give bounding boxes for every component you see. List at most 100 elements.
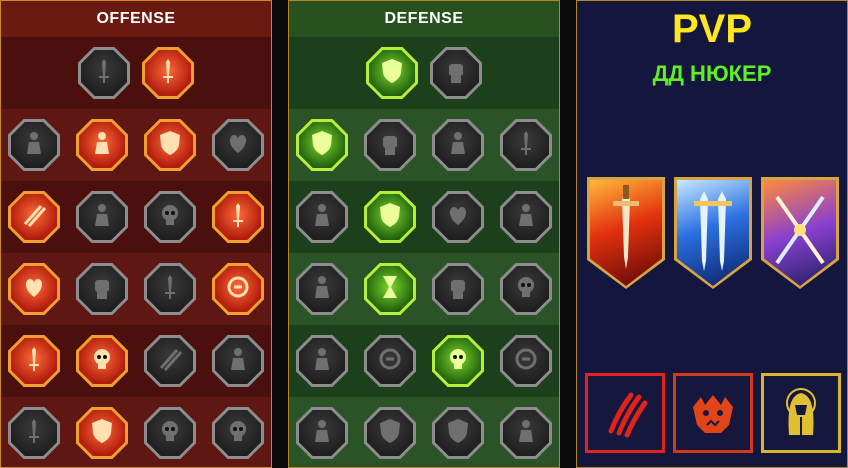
fanged-maw-icon [87,200,117,235]
pvp-skill-boxes [585,373,841,453]
claw-marks-box[interactable] [585,373,665,453]
swirl-arrow-icon [511,344,541,379]
offense-title: OFFENSE [1,1,271,37]
offense-talent-node[interactable] [76,263,128,315]
offense-talent-node[interactable] [76,335,128,387]
skull-totem-icon [223,416,253,451]
robed-sage-box[interactable] [761,373,841,453]
defense-talent-node[interactable] [432,119,484,171]
armored-torso-icon [443,128,473,163]
iron-fist-icon [87,272,117,307]
offense-talent-node[interactable] [142,47,194,99]
defense-talent-node[interactable] [500,407,552,459]
defense-talent-node[interactable] [364,335,416,387]
offense-talent-node[interactable] [144,119,196,171]
defense-talent-node[interactable] [500,263,552,315]
pvp-subtitle: ДД НЮКЕР [652,61,772,86]
offense-talent-node[interactable] [8,335,60,387]
offense-talent-node[interactable] [212,263,264,315]
offense-talent-node[interactable] [8,119,60,171]
offense-talent-node[interactable] [8,263,60,315]
defense-talent-node[interactable] [430,47,482,99]
stone-golem-icon [307,416,337,451]
defense-talent-node[interactable] [432,263,484,315]
axe-swing-icon [223,200,253,235]
offense-talent-node[interactable] [76,191,128,243]
defense-talent-row [289,253,559,325]
defense-talent-node[interactable] [296,335,348,387]
defense-talent-node[interactable] [364,191,416,243]
offense-talent-node[interactable] [78,47,130,99]
pvp-panel: PVP ДД НЮКЕР [576,0,848,468]
blue-twin-swords-banner[interactable] [674,177,752,289]
open-palm-icon [443,272,473,307]
radiant-skull-icon [443,344,473,379]
hooded-head-icon [511,200,541,235]
offense-talent-node[interactable] [8,407,60,459]
defense-talent-node[interactable] [296,119,348,171]
defense-talent-row [289,109,559,181]
water-drops-icon [375,344,405,379]
offense-panel: OFFENSE [0,0,272,468]
defense-talent-node[interactable] [364,407,416,459]
offense-talent-row [1,37,271,109]
defense-panel: DEFENSE [288,0,560,468]
defense-talent-row [289,181,559,253]
defense-title: DEFENSE [289,1,559,37]
defense-talent-node[interactable] [296,263,348,315]
offense-talent-node[interactable] [144,335,196,387]
demon-icon [155,416,185,451]
defense-talent-node[interactable] [500,119,552,171]
triple-strike-icon [87,128,117,163]
offense-talent-row [1,253,271,325]
offense-talent-node[interactable] [212,335,264,387]
war-axe-icon [155,272,185,307]
defense-talent-node[interactable] [500,335,552,387]
helmed-face-icon [443,416,473,451]
defense-talent-node[interactable] [432,335,484,387]
fury-warrior-icon [223,344,253,379]
beast-head-icon [693,395,733,433]
offense-talent-node[interactable] [76,119,128,171]
defense-talent-node[interactable] [296,191,348,243]
offense-talent-row [1,109,271,181]
sparkling-blade-icon [19,416,49,451]
warrior-pair-icon [307,272,337,307]
robed-sage-icon [786,388,816,435]
defense-talent-node[interactable] [296,407,348,459]
defense-talent-node[interactable] [364,263,416,315]
raised-fist-icon [441,56,471,91]
defense-talent-node[interactable] [364,119,416,171]
red-sword-banner[interactable] [587,177,665,289]
blue-twin-swords-banner-icon [694,191,732,271]
defense-talent-row [289,37,559,109]
pvp-banners [587,177,839,289]
heart-crest-icon [223,128,253,163]
claw-marks-icon [608,392,648,438]
hourglass-icon [375,272,405,307]
offense-talent-node[interactable] [212,191,264,243]
offense-talent-node[interactable] [212,119,264,171]
defense-talent-node[interactable] [500,191,552,243]
skull-bash-icon [155,200,185,235]
crossed-swords-banner[interactable] [761,177,839,289]
horned-warrior-icon [19,128,49,163]
offense-talent-node[interactable] [144,407,196,459]
flaming-sword-icon [153,56,183,91]
heart-icon [443,200,473,235]
shield-strike-icon [155,128,185,163]
offense-talent-node[interactable] [212,407,264,459]
offense-talent-node[interactable] [144,191,196,243]
crested-shield-icon [375,416,405,451]
beast-head-box[interactable] [673,373,753,453]
offense-talent-node[interactable] [144,263,196,315]
defense-talent-node[interactable] [432,191,484,243]
stacked-shields-icon [377,56,407,91]
offense-talent-row [1,181,271,253]
defense-talent-node[interactable] [366,47,418,99]
offense-talent-node[interactable] [76,407,128,459]
offense-talent-node[interactable] [8,191,60,243]
red-sword-banner-icon [613,185,639,269]
offense-talent-row [1,397,271,467]
defense-talent-node[interactable] [432,407,484,459]
